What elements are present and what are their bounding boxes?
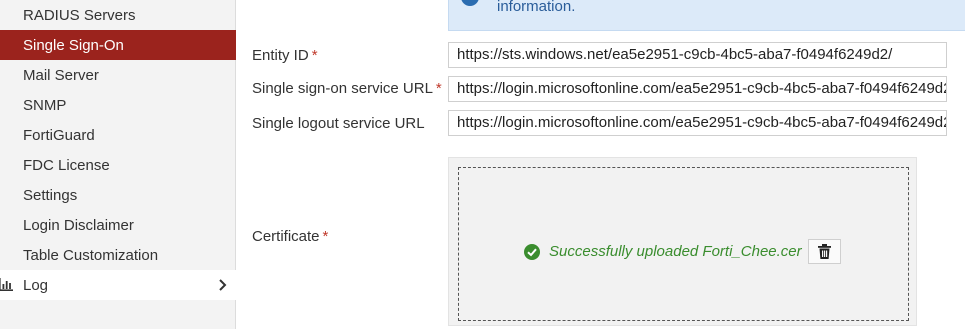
sidebar-item-settings[interactable]: Settings — [0, 180, 236, 210]
sidebar-item-login-disclaimer[interactable]: Login Disclaimer — [0, 210, 236, 240]
certificate-label-text: Certificate — [252, 228, 320, 245]
certificate-upload-area[interactable]: Successfully uploaded Forti_Chee.cer — [448, 157, 917, 326]
sidebar-item-label: Settings — [23, 186, 78, 204]
upload-status: Successfully uploaded Forti_Chee.cer — [524, 239, 841, 264]
required-marker: * — [311, 47, 318, 64]
check-circle-icon — [524, 243, 540, 260]
chevron-right-icon — [219, 279, 227, 291]
sidebar-item-label: FDC License — [23, 156, 110, 174]
sso-url-label-text: Single sign-on service URL — [252, 80, 433, 97]
sidebar-item-single-sign-on[interactable]: Single Sign-On — [0, 30, 236, 60]
logout-url-label-text: Single logout service URL — [252, 115, 425, 132]
sidebar-item-label: Table Customization — [23, 246, 159, 264]
required-marker: * — [435, 80, 442, 97]
trash-icon — [817, 244, 831, 259]
sidebar-item-log[interactable]: Log — [0, 270, 236, 300]
settings-sidebar: RADIUS Servers Single Sign-On Mail Serve… — [0, 0, 236, 329]
sidebar-item-radius-servers[interactable]: RADIUS Servers — [0, 0, 236, 30]
sidebar-item-label: Log — [23, 276, 49, 294]
info-banner-text: information. — [497, 0, 576, 15]
logout-url-input[interactable]: https://login.microsoftonline.com/ea5e29… — [448, 110, 947, 136]
upload-status-text: Successfully uploaded Forti_Chee.cer — [549, 243, 802, 260]
sidebar-item-mail-server[interactable]: Mail Server — [0, 60, 236, 90]
bar-chart-icon — [0, 278, 13, 291]
sidebar-item-table-customization[interactable]: Table Customization — [0, 240, 236, 270]
sidebar-item-label: SNMP — [23, 96, 67, 114]
delete-certificate-button[interactable] — [807, 239, 841, 264]
info-icon — [461, 0, 479, 6]
sidebar-item-fdc-license[interactable]: FDC License — [0, 150, 236, 180]
sidebar-item-fortiguard[interactable]: FortiGuard — [0, 120, 236, 150]
certificate-dropzone[interactable]: Successfully uploaded Forti_Chee.cer — [458, 167, 909, 321]
sidebar-item-label: Single Sign-On — [23, 36, 124, 54]
sidebar-item-label: Login Disclaimer — [23, 216, 134, 234]
certificate-label: Certificate * — [252, 228, 328, 245]
sso-url-input[interactable]: https://login.microsoftonline.com/ea5e29… — [448, 76, 947, 102]
entity-id-input[interactable]: https://sts.windows.net/ea5e2951-c9cb-4b… — [448, 42, 947, 68]
sso-url-label: Single sign-on service URL * — [252, 80, 442, 97]
sidebar-item-label: RADIUS Servers — [23, 6, 136, 24]
sidebar-item-snmp[interactable]: SNMP — [0, 90, 236, 120]
sidebar-item-label: FortiGuard — [23, 126, 95, 144]
entity-id-label-text: Entity ID — [252, 47, 309, 64]
required-marker: * — [322, 228, 329, 245]
info-banner: information. — [448, 0, 965, 31]
entity-id-label: Entity ID * — [252, 47, 318, 64]
logout-url-label: Single logout service URL — [252, 115, 425, 132]
sso-settings-panel: information. Entity ID * https://sts.wind… — [237, 0, 965, 329]
sidebar-item-label: Mail Server — [23, 66, 99, 84]
